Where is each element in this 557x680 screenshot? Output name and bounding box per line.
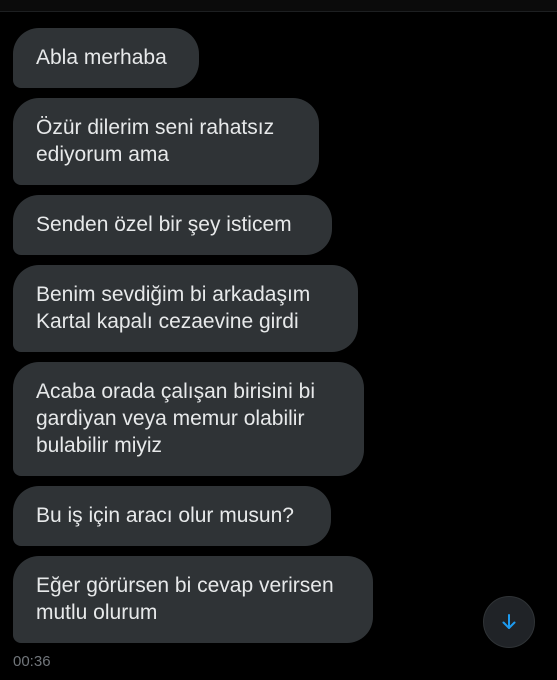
arrow-down-icon (499, 612, 519, 632)
message-bubble[interactable]: Benim sevdiğim bi arkadaşım Kartal kapal… (13, 265, 358, 352)
scroll-to-bottom-button[interactable] (483, 596, 535, 648)
message-bubble[interactable]: Acaba orada çalışan birisini bi gardiyan… (13, 362, 364, 476)
message-bubble[interactable]: Abla merhaba (13, 28, 199, 88)
message-bubble[interactable]: Senden özel bir şey isticem (13, 195, 332, 255)
header-divider (0, 0, 557, 12)
message-timestamp: 00:36 (13, 653, 51, 670)
message-bubble[interactable]: Özür dilerim seni rahatsız ediyorum ama (13, 98, 319, 185)
message-bubble[interactable]: Eğer görürsen bi cevap verirsen mutlu ol… (13, 556, 373, 643)
message-thread[interactable]: Abla merhaba Özür dilerim seni rahatsız … (13, 28, 413, 653)
message-bubble[interactable]: Bu iş için aracı olur musun? (13, 486, 331, 546)
